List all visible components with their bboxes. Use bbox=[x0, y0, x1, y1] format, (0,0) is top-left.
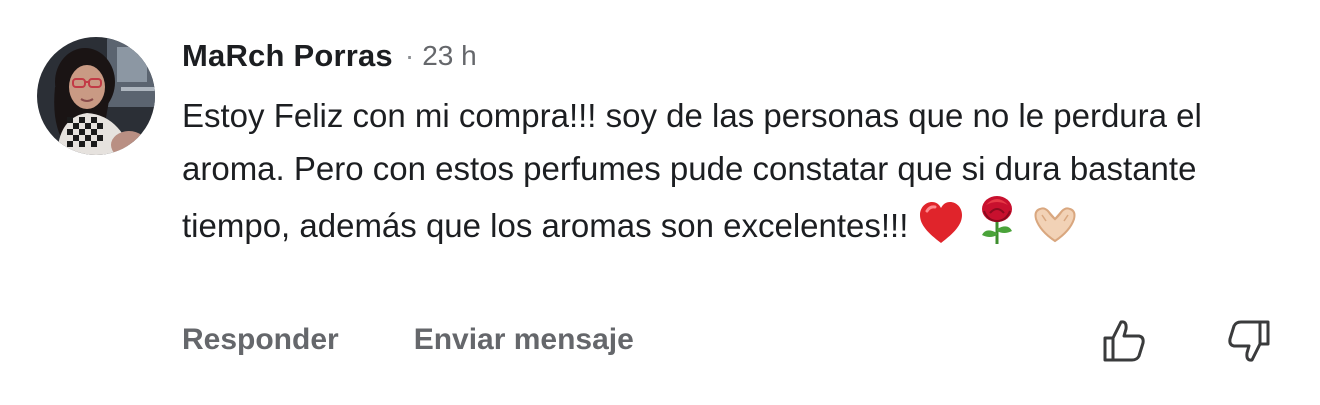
comment-actions: Responder Enviar mensaje bbox=[182, 318, 634, 362]
avatar[interactable] bbox=[37, 37, 155, 155]
separator-dot: · bbox=[404, 40, 415, 71]
like-button[interactable] bbox=[1099, 316, 1149, 366]
heart-hands-emoji bbox=[1030, 201, 1080, 260]
comment-body: Estoy Feliz con mi compra!!! soy de las … bbox=[182, 89, 1272, 260]
reply-button[interactable]: Responder bbox=[182, 323, 339, 357]
heart-emoji bbox=[918, 201, 964, 260]
comment-header: MaRch Porras · 23 h bbox=[182, 34, 1282, 78]
thumbs-up-icon bbox=[1099, 316, 1149, 366]
comment-content: MaRch Porras · 23 h Estoy Feliz con mi c… bbox=[182, 34, 1282, 260]
rose-emoji bbox=[974, 195, 1020, 260]
timestamp[interactable]: 23 h bbox=[422, 40, 477, 72]
dislike-button[interactable] bbox=[1224, 316, 1274, 366]
send-message-button[interactable]: Enviar mensaje bbox=[414, 323, 634, 357]
author-name[interactable]: MaRch Porras bbox=[182, 38, 393, 74]
thumbs-down-icon bbox=[1224, 316, 1274, 366]
comment: MaRch Porras · 23 h Estoy Feliz con mi c… bbox=[0, 0, 1320, 405]
